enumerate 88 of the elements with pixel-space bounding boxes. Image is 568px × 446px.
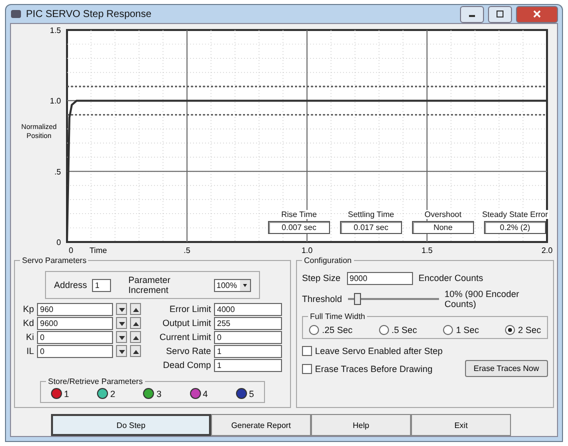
limit-label: Error Limit	[168, 304, 211, 314]
time-width-radio[interactable]: .25 Sec	[309, 325, 353, 335]
x-tick-label: 1.0	[301, 246, 313, 255]
limit-field[interactable]: 0	[214, 330, 282, 344]
readout-label: Settling Time	[346, 210, 396, 219]
option-checkbox[interactable]: Leave Servo Enabled after Step	[302, 346, 548, 356]
field-label: Threshold	[302, 294, 342, 304]
maximize-button[interactable]	[488, 6, 512, 22]
group-title: Store/Retrieve Parameters	[46, 377, 145, 386]
decrement-icon[interactable]	[116, 303, 127, 315]
x-axis-label: Time	[89, 246, 107, 255]
increment-icon[interactable]	[130, 345, 141, 357]
gain-label: Ki	[24, 332, 34, 342]
time-width-radio[interactable]: .5 Sec	[378, 325, 418, 335]
field-label: Step Size	[302, 273, 341, 283]
slot-label: 5	[248, 388, 254, 398]
gain-field[interactable]: 960	[37, 302, 113, 316]
limit-field[interactable]: 4000	[214, 302, 282, 316]
gain-label: IL	[25, 346, 34, 356]
erase-traces-button[interactable]: Erase Traces Now	[464, 360, 548, 377]
threshold-reading: 10% (900 Encoder Counts)	[444, 289, 520, 309]
gain-field[interactable]: 0	[37, 344, 113, 358]
readout-label: Rise Time	[280, 210, 318, 219]
readout-value: 0.2% (2)	[484, 221, 546, 234]
field-label: Address	[54, 280, 88, 290]
readout-label: Steady State Error	[481, 210, 549, 219]
readout-label: Overshoot	[424, 210, 462, 219]
decrement-icon[interactable]	[116, 317, 127, 329]
gain-label: Kp	[22, 304, 34, 314]
slot-label: 4	[202, 388, 208, 398]
limit-field[interactable]: 1	[214, 358, 282, 372]
readout-value: None	[412, 221, 474, 234]
slot-dot[interactable]	[97, 388, 108, 399]
slot-label: 2	[110, 388, 116, 398]
slot-label: 1	[64, 388, 70, 398]
group-title: Full Time Width	[308, 312, 368, 321]
limit-field[interactable]: 255	[214, 316, 282, 330]
time-width-radio[interactable]: 1 Sec	[442, 325, 479, 335]
close-button[interactable]	[516, 6, 558, 22]
x-tick-label: 0	[68, 246, 74, 255]
decrement-icon[interactable]	[116, 331, 127, 343]
increment-icon[interactable]	[130, 303, 141, 315]
threshold-slider[interactable]	[348, 293, 439, 305]
caret-icon	[240, 280, 250, 290]
x-tick-label: .5	[184, 246, 190, 255]
limit-label: Current Limit	[158, 332, 211, 342]
slot-label: 3	[156, 388, 162, 398]
unit-label: Encoder Counts	[418, 273, 484, 283]
y-tick-label: 1.5	[50, 26, 61, 35]
slider-thumb[interactable]	[354, 293, 362, 305]
limit-field[interactable]: 1	[214, 344, 282, 358]
y-tick-label: .5	[54, 167, 61, 176]
y-tick-label: 1.0	[50, 96, 61, 106]
field-label: Parameter Increment	[128, 275, 172, 295]
action-button[interactable]: Do Step	[51, 414, 211, 436]
readout-value: 0.007 sec	[268, 221, 330, 234]
increment-icon[interactable]	[130, 331, 141, 343]
readout-value: 0.017 sec	[340, 221, 402, 234]
limit-label: Output Limit	[161, 318, 211, 328]
x-tick-label: 2.0	[541, 246, 553, 255]
step-size-field[interactable]: 9000	[346, 272, 413, 284]
slot-dot[interactable]	[190, 388, 201, 399]
increment-icon[interactable]	[130, 317, 141, 329]
group-title: Servo Parameters	[20, 256, 88, 265]
y-tick-label: 0	[56, 238, 61, 247]
limit-label: Servo Rate	[164, 346, 211, 356]
slot-dot[interactable]	[143, 388, 154, 399]
maximize-icon[interactable]	[496, 10, 504, 18]
limit-label: Dead Comp	[162, 360, 211, 370]
action-button[interactable]: Generate Report	[211, 414, 311, 436]
app-icon	[10, 8, 22, 20]
action-button[interactable]: Exit	[411, 414, 511, 436]
address-field[interactable]: 1	[92, 278, 112, 292]
group-title: Configuration	[302, 256, 354, 265]
option-checkbox[interactable]: Erase Traces Before Drawing	[302, 364, 433, 374]
gain-label: Kd	[22, 318, 34, 328]
slot-dot[interactable]	[236, 388, 247, 399]
close-icon[interactable]	[533, 10, 541, 18]
x-tick-label: 1.5	[421, 246, 433, 255]
slot-dot[interactable]	[51, 388, 62, 399]
gain-field[interactable]: 9600	[37, 316, 113, 330]
window-title: PIC SERVO Step Response	[26, 8, 152, 20]
decrement-icon[interactable]	[116, 345, 127, 357]
gain-field[interactable]: 0	[37, 330, 113, 344]
action-button[interactable]: Help	[311, 414, 411, 436]
time-width-radio[interactable]: 2 Sec	[504, 325, 541, 335]
minimize-button[interactable]	[460, 6, 484, 22]
increment-dropdown[interactable]: 100%	[214, 278, 251, 292]
